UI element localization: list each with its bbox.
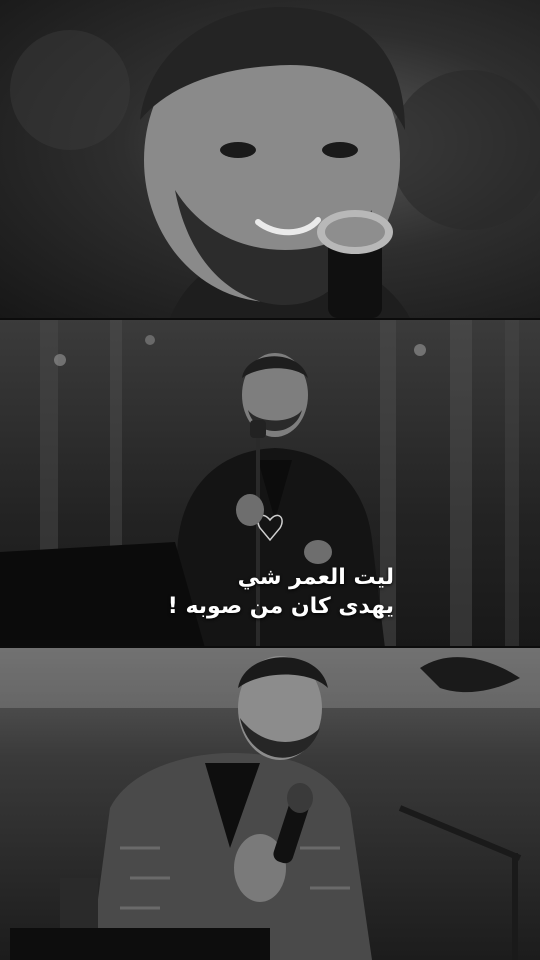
singing-illustration xyxy=(0,648,540,960)
photo-panel-closeup xyxy=(0,0,540,318)
photo-collage: ليت العمر شي يهدى كان من صوبه ! xyxy=(0,0,540,960)
photo-panel-singing xyxy=(0,648,540,960)
lyric-line-2: يهدى كان من صوبه ! xyxy=(167,594,394,619)
lyric-line-1: ليت العمر شي xyxy=(237,565,394,590)
closeup-illustration xyxy=(10,6,540,318)
